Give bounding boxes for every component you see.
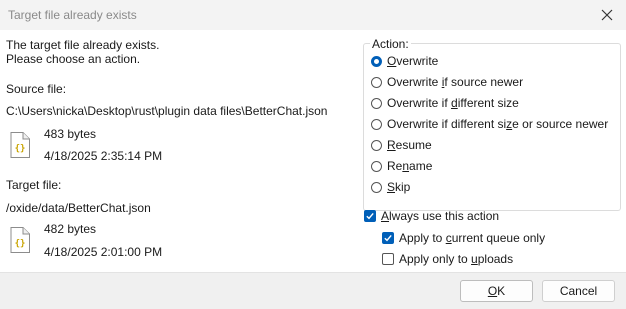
radio-button-checked[interactable] [371,55,382,67]
ok-button[interactable]: OK [460,280,533,302]
json-file-icon: {} [10,132,30,158]
cancel-button[interactable]: Cancel [542,280,615,302]
radio-button[interactable] [371,160,382,172]
source-file-path: C:\Users\nicka\Desktop\rust\plugin data … [6,104,328,118]
radio-label: Overwrite if source newer [387,75,524,89]
svg-text:{}: {} [15,239,26,249]
checkbox-checked[interactable] [382,232,394,244]
radio-label: Resume [387,138,432,152]
dialog-window: Target file already exists The target fi… [0,0,626,309]
radio-button[interactable] [371,139,382,151]
checkbox-label: Always use this action [381,209,500,223]
radio-label: Skip [387,180,411,194]
radio-overwrite-if-size-differs[interactable]: Overwrite if different size [371,95,519,111]
source-file-size: 483 bytes [44,127,97,141]
checkbox-label: Apply to current queue only [399,231,546,245]
source-file-label: Source file: [6,82,67,96]
checkbox-apply-only-to-uploads[interactable]: Apply only to uploads [382,251,513,267]
close-icon [601,9,613,21]
window-title: Target file already exists [8,8,137,22]
source-file-date: 4/18/2025 2:35:14 PM [44,149,163,163]
checkbox-always-use-action[interactable]: Always use this action [364,208,499,224]
message-line-2: Please choose an action. [6,52,141,66]
radio-overwrite-if-newer[interactable]: Overwrite if source newer [371,74,523,90]
dialog-body: The target file already exists. Please c… [0,30,626,272]
radio-overwrite-if-size-differs-or-newer[interactable]: Overwrite if different size or source ne… [371,116,608,132]
checkbox-apply-to-current-queue[interactable]: Apply to current queue only [382,230,545,246]
radio-button[interactable] [371,118,382,130]
json-file-icon: {} [10,227,30,253]
radio-skip[interactable]: Skip [371,179,410,195]
target-file-label: Target file: [6,178,62,192]
message-line-1: The target file already exists. [6,38,160,52]
radio-label: Rename [387,159,433,173]
target-file-path: /oxide/data/BetterChat.json [6,201,151,215]
radio-label: Overwrite [387,54,439,68]
checkmark-icon [384,234,392,242]
target-file-date: 4/18/2025 2:01:00 PM [44,245,163,259]
radio-label: Overwrite if different size or source ne… [387,117,609,131]
radio-resume[interactable]: Resume [371,137,432,153]
radio-button[interactable] [371,181,382,193]
radio-button[interactable] [371,76,382,88]
radio-rename[interactable]: Rename [371,158,432,174]
checkbox-label: Apply only to uploads [399,252,514,266]
close-button[interactable] [596,4,618,26]
target-file-size: 482 bytes [44,222,97,236]
title-bar: Target file already exists [0,0,626,30]
checkmark-icon [366,212,374,220]
svg-text:{}: {} [15,144,26,154]
checkbox-unchecked[interactable] [382,253,394,265]
checkbox-checked[interactable] [364,210,376,222]
radio-button[interactable] [371,97,382,109]
action-group-label: Action: [370,37,411,51]
radio-label: Overwrite if different size [387,96,519,110]
radio-overwrite[interactable]: Overwrite [371,53,438,69]
